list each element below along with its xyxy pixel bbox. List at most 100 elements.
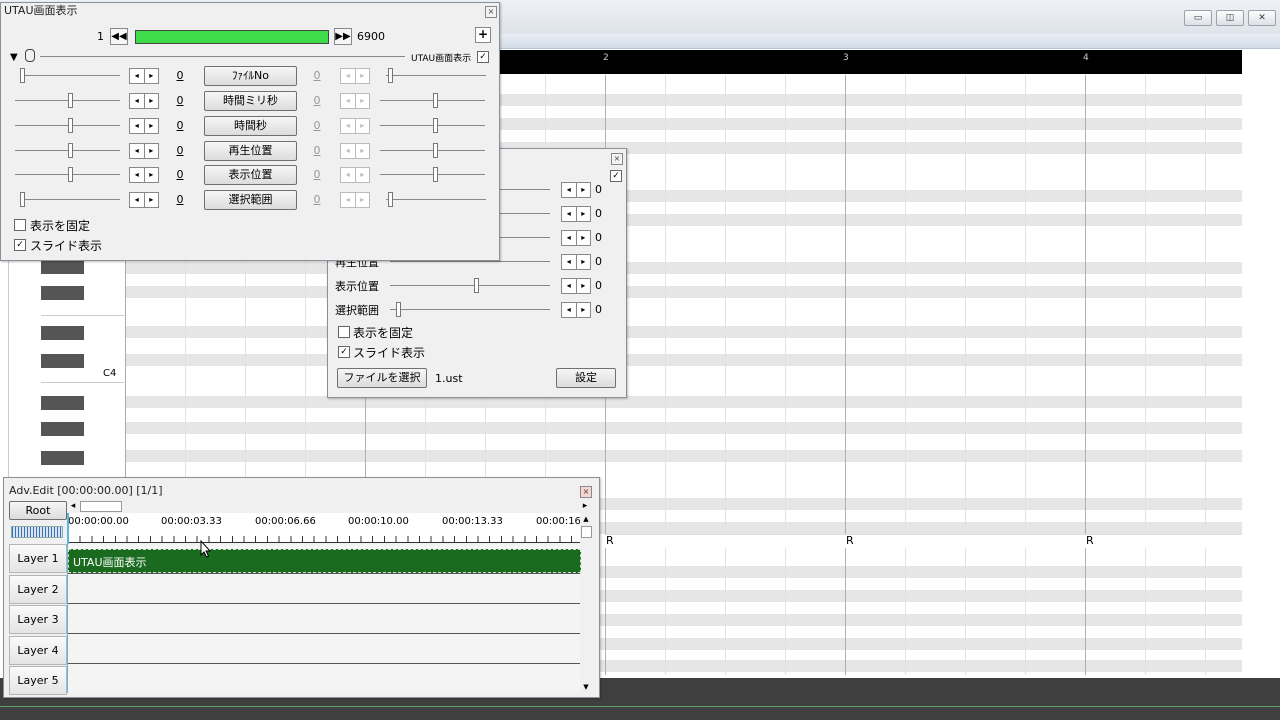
right-spin-buttons[interactable]: ◂ ▸ bbox=[340, 192, 370, 208]
left-value[interactable]: 0 bbox=[173, 193, 187, 206]
right-value[interactable]: 0 bbox=[310, 144, 324, 157]
close-icon[interactable]: × bbox=[485, 6, 497, 18]
left-spin-buttons[interactable]: ◂ ▸ bbox=[129, 143, 159, 159]
slide-display-checkbox[interactable]: ✓ bbox=[14, 239, 26, 251]
time-sec-button[interactable]: 時間秒 bbox=[204, 116, 297, 136]
left-value[interactable]: 0 bbox=[173, 168, 187, 181]
right-spin-buttons[interactable]: ◂ ▸ bbox=[340, 167, 370, 183]
left-value[interactable]: 0 bbox=[173, 69, 187, 82]
left-value[interactable]: 0 bbox=[173, 94, 187, 107]
right-slider-thumb[interactable] bbox=[433, 118, 438, 133]
rest-note[interactable] bbox=[845, 534, 1085, 548]
close-icon[interactable]: × bbox=[611, 153, 623, 165]
right-value[interactable]: 0 bbox=[310, 69, 324, 82]
scroll-thumb[interactable] bbox=[80, 501, 122, 512]
rewind-button[interactable]: ◀◀ bbox=[110, 28, 128, 45]
select-file-button[interactable]: ファイルを選択 bbox=[337, 368, 427, 388]
close-window-button[interactable]: ✕ bbox=[1248, 10, 1276, 26]
scroll-right-button[interactable]: ▸ bbox=[579, 500, 591, 512]
right-slider-thumb[interactable] bbox=[388, 68, 393, 83]
restore-button[interactable]: ◫ bbox=[1216, 10, 1244, 26]
left-spin-buttons[interactable]: ◂ ▸ bbox=[129, 118, 159, 134]
left-slider-thumb[interactable] bbox=[20, 68, 25, 83]
settings-button[interactable]: 設定 bbox=[556, 368, 616, 388]
mid-spin-buttons[interactable]: ◂ ▸ bbox=[561, 230, 591, 246]
mid-spin-buttons[interactable]: ◂ ▸ bbox=[561, 206, 591, 222]
timeline-vscroll[interactable] bbox=[580, 513, 592, 693]
right-slider-thumb[interactable] bbox=[433, 167, 438, 182]
selection-range-button[interactable]: 選択範囲 bbox=[204, 190, 297, 210]
mid-spin-buttons[interactable]: ◂ ▸ bbox=[561, 278, 591, 294]
time-ms-button[interactable]: 時間ミリ秒 bbox=[204, 91, 297, 111]
right-slider-thumb[interactable] bbox=[433, 143, 438, 158]
mid-spin-buttons[interactable]: ◂ ▸ bbox=[561, 182, 591, 198]
timeline-hscroll[interactable] bbox=[67, 500, 593, 512]
layer-5-track[interactable] bbox=[68, 664, 580, 693]
slide-display-checkbox[interactable]: ✓ bbox=[338, 346, 350, 358]
black-key[interactable] bbox=[41, 326, 84, 340]
minimize-button[interactable]: ▭ bbox=[1184, 10, 1212, 26]
vscroll-down-button[interactable]: ▼ bbox=[580, 681, 592, 693]
left-spin-buttons[interactable]: ◂ ▸ bbox=[129, 167, 159, 183]
layer-4-button[interactable]: Layer 4 bbox=[9, 636, 67, 665]
right-slider-thumb[interactable] bbox=[433, 93, 438, 108]
layer-3-track[interactable] bbox=[68, 604, 580, 634]
root-button[interactable]: Root bbox=[9, 501, 67, 520]
right-slider-thumb[interactable] bbox=[388, 192, 393, 207]
header-toggle-checkbox[interactable]: ✓ bbox=[477, 51, 489, 63]
layer-4-track[interactable] bbox=[68, 634, 580, 664]
left-slider-thumb[interactable] bbox=[20, 192, 25, 207]
left-value[interactable]: 0 bbox=[173, 119, 187, 132]
left-spin-buttons[interactable]: ◂ ▸ bbox=[129, 93, 159, 109]
mid-slider-thumb[interactable] bbox=[396, 302, 401, 317]
black-key[interactable] bbox=[41, 286, 84, 300]
collapse-triangle-icon[interactable]: ▼ bbox=[10, 52, 18, 63]
mid-corner-checkbox[interactable]: ✓ bbox=[610, 170, 622, 182]
scroll-left-button[interactable]: ◂ bbox=[67, 500, 79, 512]
left-slider-thumb[interactable] bbox=[68, 167, 73, 182]
left-spin-buttons[interactable]: ◂ ▸ bbox=[129, 68, 159, 84]
right-spin-buttons[interactable]: ◂ ▸ bbox=[340, 143, 370, 159]
black-key[interactable] bbox=[41, 422, 84, 436]
fix-display-checkbox[interactable] bbox=[14, 219, 26, 231]
right-value[interactable]: 0 bbox=[310, 119, 324, 132]
layer-1-button[interactable]: Layer 1 bbox=[9, 544, 67, 573]
file-no-button[interactable]: ﾌｧｲﾙNo bbox=[204, 66, 297, 86]
right-value[interactable]: 0 bbox=[310, 168, 324, 181]
right-value[interactable]: 0 bbox=[310, 193, 324, 206]
grid-row bbox=[125, 354, 1242, 366]
layer-5-button[interactable]: Layer 5 bbox=[9, 666, 67, 695]
left-slider-thumb[interactable] bbox=[68, 118, 73, 133]
black-key[interactable] bbox=[41, 451, 84, 465]
mid-slider-thumb[interactable] bbox=[474, 278, 479, 293]
left-value[interactable]: 0 bbox=[173, 144, 187, 157]
left-slider-thumb[interactable] bbox=[68, 93, 73, 108]
mid-spin-buttons[interactable]: ◂ ▸ bbox=[561, 254, 591, 270]
right-spin-buttons[interactable]: ◂ ▸ bbox=[340, 68, 370, 84]
right-spin-buttons[interactable]: ◂ ▸ bbox=[340, 118, 370, 134]
black-key[interactable] bbox=[41, 260, 84, 274]
left-slider-thumb[interactable] bbox=[68, 143, 73, 158]
vscroll-up-button[interactable]: ▲ bbox=[580, 513, 592, 525]
zoom-gauge[interactable] bbox=[11, 526, 63, 538]
add-button[interactable]: + bbox=[475, 27, 491, 43]
black-key[interactable] bbox=[41, 354, 84, 368]
frame-range-bar[interactable] bbox=[135, 30, 329, 44]
vscroll-thumb[interactable] bbox=[581, 526, 592, 538]
fix-display-checkbox[interactable] bbox=[338, 326, 350, 338]
layer-3-button[interactable]: Layer 3 bbox=[9, 605, 67, 634]
timeline-clip[interactable]: UTAU画面表示 bbox=[68, 549, 581, 573]
fast-forward-button[interactable]: ▶▶ bbox=[334, 28, 352, 45]
mid-spin-buttons[interactable]: ◂ ▸ bbox=[561, 302, 591, 318]
black-key[interactable] bbox=[41, 396, 84, 410]
playback-position-button[interactable]: 再生位置 bbox=[204, 141, 297, 161]
layer-2-track[interactable] bbox=[68, 574, 580, 604]
close-icon[interactable]: × bbox=[580, 486, 592, 498]
rest-note[interactable] bbox=[605, 534, 845, 548]
right-value[interactable]: 0 bbox=[310, 94, 324, 107]
display-position-button[interactable]: 表示位置 bbox=[204, 165, 297, 185]
right-spin-buttons[interactable]: ◂ ▸ bbox=[340, 93, 370, 109]
rest-note[interactable] bbox=[1085, 534, 1242, 548]
left-spin-buttons[interactable]: ◂ ▸ bbox=[129, 192, 159, 208]
layer-2-button[interactable]: Layer 2 bbox=[9, 575, 67, 604]
